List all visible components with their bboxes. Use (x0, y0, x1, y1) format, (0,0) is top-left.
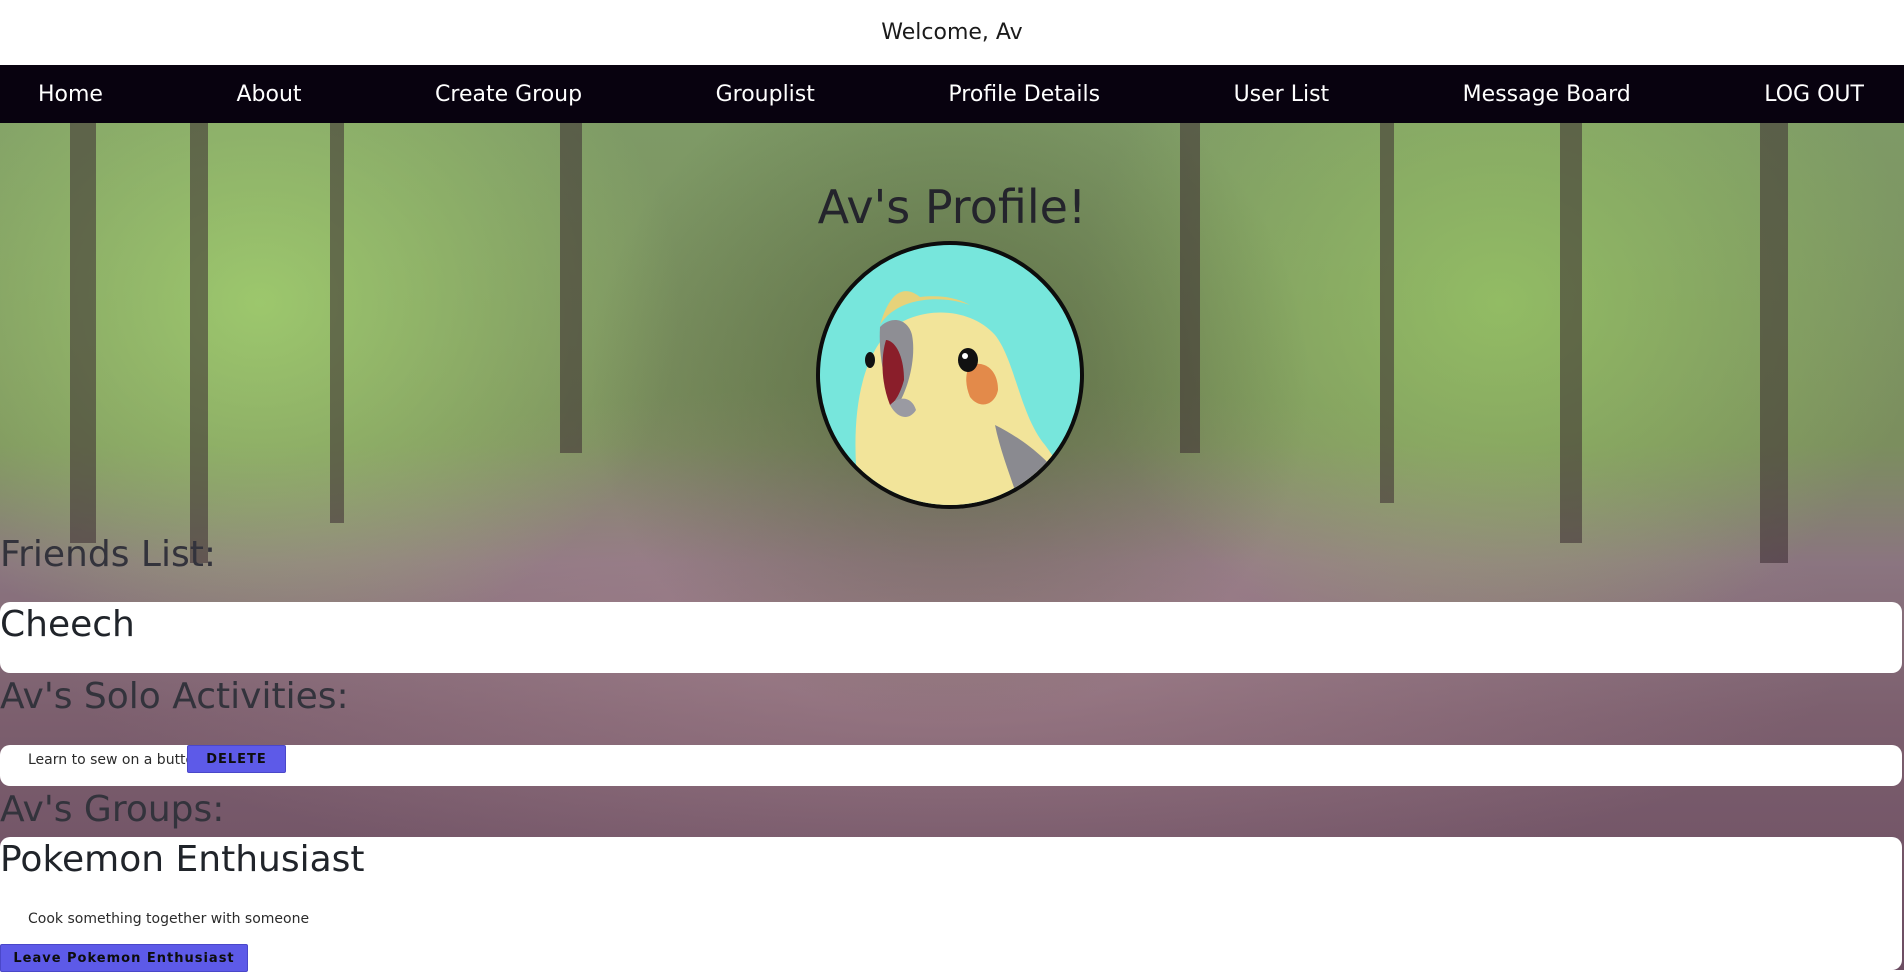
nav-about-link[interactable]: About (236, 82, 301, 107)
delete-activity-button[interactable]: DELETE (187, 745, 286, 773)
group-activity-text: Cook something together with someone (28, 911, 310, 927)
profile-avatar (816, 241, 1084, 509)
nav-profile-details-link[interactable]: Profile Details (948, 82, 1100, 107)
tree-trunk (1180, 123, 1200, 453)
friends-card: Cheech (0, 602, 1902, 673)
nav-grouplist-link[interactable]: Grouplist (716, 82, 815, 107)
nav-logout-link[interactable]: LOG OUT (1764, 82, 1864, 107)
solo-activities-heading: Av's Solo Activities: (0, 676, 349, 717)
nav-create-group-link[interactable]: Create Group (435, 82, 582, 107)
tree-trunk (560, 123, 582, 453)
friends-heading: Friends List: (0, 534, 216, 575)
welcome-text: Welcome, Av (881, 20, 1023, 45)
groups-heading: Av's Groups: (0, 789, 225, 830)
profile-title: Av's Profile! (817, 180, 1087, 234)
cockatiel-image (855, 291, 1075, 505)
welcome-bar: Welcome, Av (0, 0, 1904, 65)
group-name[interactable]: Pokemon Enthusiast (0, 839, 365, 880)
nav-home-link[interactable]: Home (38, 82, 103, 107)
main-navbar: Home About Create Group Grouplist Profil… (0, 65, 1904, 123)
nav-message-board-link[interactable]: Message Board (1463, 82, 1631, 107)
friend-name[interactable]: Cheech (0, 604, 135, 645)
leave-group-button[interactable]: Leave Pokemon Enthusiast (0, 944, 248, 972)
solo-activity-text: Learn to sew on a button (28, 752, 203, 768)
solo-activity-row: Learn to sew on a button DELETE (0, 745, 1902, 786)
nav-user-list-link[interactable]: User List (1234, 82, 1330, 107)
group-card: Pokemon Enthusiast Cook something togeth… (0, 837, 1902, 972)
